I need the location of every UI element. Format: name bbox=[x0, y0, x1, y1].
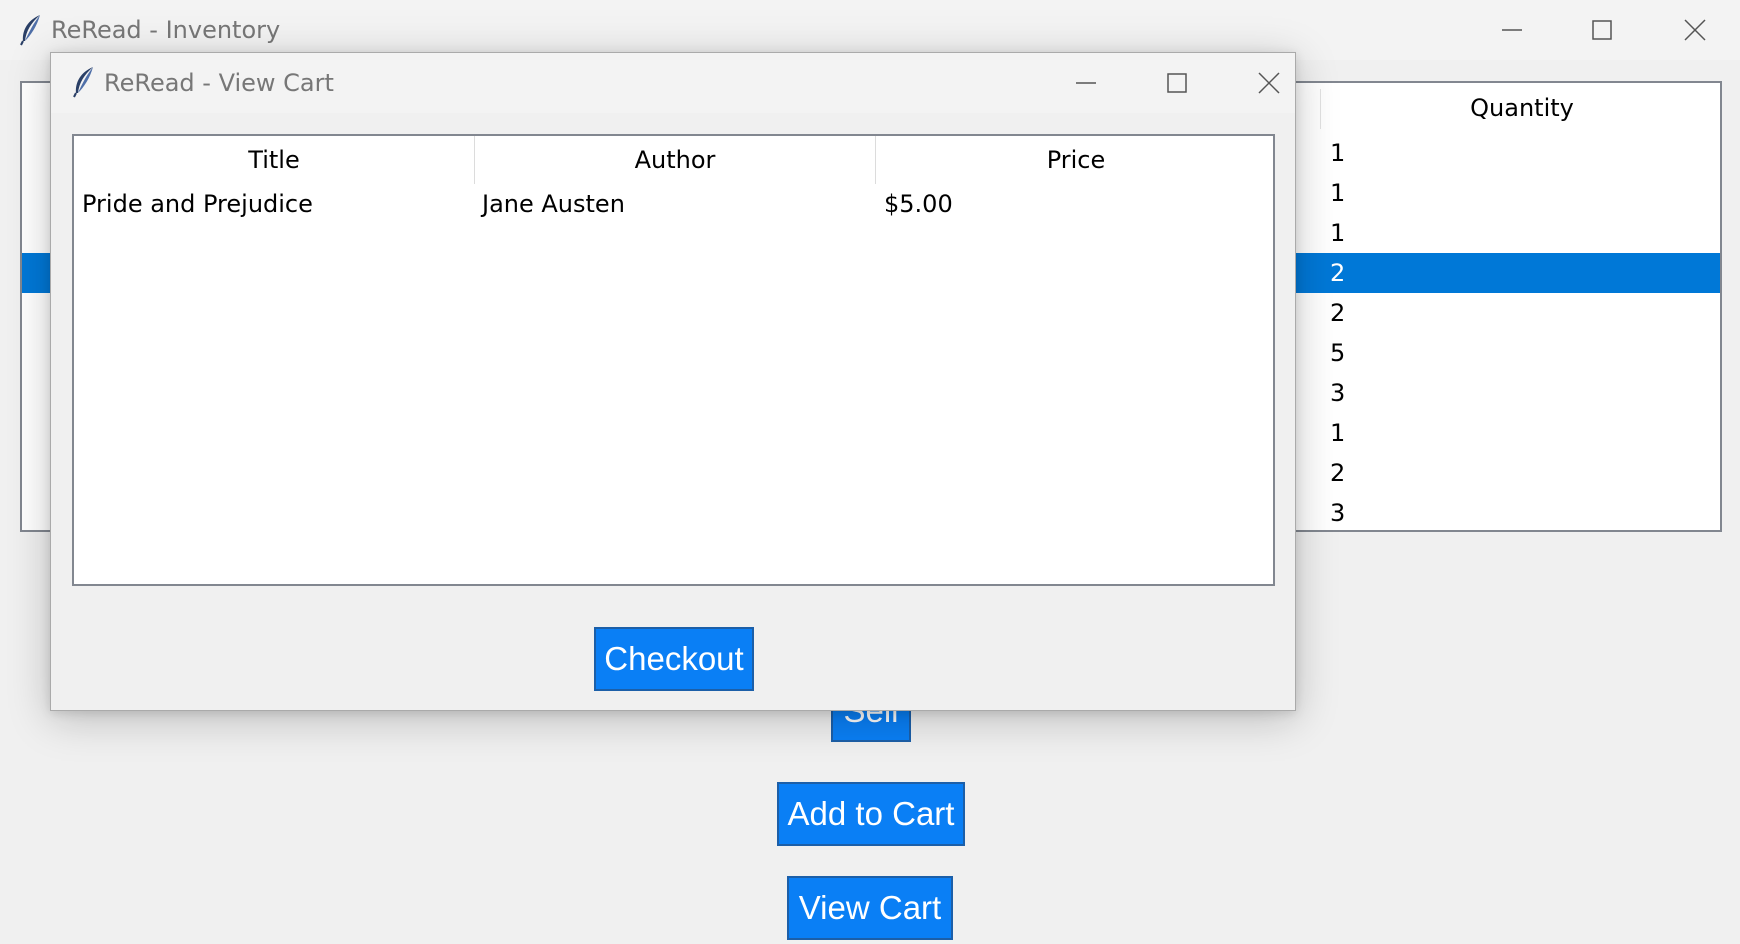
add-to-cart-button[interactable]: Add to Cart bbox=[777, 782, 965, 846]
inventory-titlebar[interactable]: ReRead - Inventory bbox=[0, 0, 1740, 60]
maximize-icon bbox=[1591, 19, 1613, 41]
column-separator[interactable] bbox=[1320, 89, 1321, 129]
cell-quantity: 2 bbox=[1330, 259, 1346, 287]
column-header-quantity[interactable]: Quantity bbox=[1322, 83, 1720, 133]
cell-quantity: 1 bbox=[1330, 219, 1346, 247]
cell-quantity: 3 bbox=[1330, 499, 1346, 527]
feather-icon bbox=[18, 14, 44, 46]
minimize-button[interactable] bbox=[1064, 61, 1108, 105]
cell-quantity: 1 bbox=[1330, 419, 1346, 447]
cell-quantity: 2 bbox=[1330, 459, 1346, 487]
maximize-button[interactable] bbox=[1580, 8, 1624, 52]
cell-author: Jane Austen bbox=[482, 190, 625, 218]
cart-titlebar[interactable]: ReRead - View Cart bbox=[51, 53, 1295, 113]
close-button[interactable] bbox=[1673, 8, 1717, 52]
view-cart-window: ReRead - View Cart Title Author Price Pr… bbox=[50, 52, 1296, 711]
maximize-icon bbox=[1166, 72, 1188, 94]
feather-icon bbox=[71, 66, 97, 98]
window-title: ReRead - View Cart bbox=[104, 69, 334, 97]
cell-price: $5.00 bbox=[884, 190, 953, 218]
window-title: ReRead - Inventory bbox=[51, 16, 281, 44]
table-row[interactable]: Pride and Prejudice Jane Austen $5.00 bbox=[74, 184, 1273, 224]
cell-title: Pride and Prejudice bbox=[82, 190, 313, 218]
checkout-button[interactable]: Checkout bbox=[594, 627, 754, 691]
close-icon bbox=[1684, 19, 1706, 41]
cell-quantity: 1 bbox=[1330, 139, 1346, 167]
minimize-button[interactable] bbox=[1490, 8, 1534, 52]
cart-table[interactable]: Title Author Price Pride and Prejudice J… bbox=[72, 134, 1275, 586]
close-button[interactable] bbox=[1247, 61, 1291, 105]
close-icon bbox=[1258, 72, 1280, 94]
view-cart-button[interactable]: View Cart bbox=[787, 876, 953, 940]
cell-quantity: 1 bbox=[1330, 179, 1346, 207]
cell-quantity: 2 bbox=[1330, 299, 1346, 327]
column-header-author[interactable]: Author bbox=[475, 136, 875, 184]
cell-quantity: 3 bbox=[1330, 379, 1346, 407]
maximize-button[interactable] bbox=[1155, 61, 1199, 105]
cell-quantity: 5 bbox=[1330, 339, 1346, 367]
minimize-icon bbox=[1075, 72, 1097, 94]
minimize-icon bbox=[1501, 19, 1523, 41]
column-header-price[interactable]: Price bbox=[876, 136, 1273, 184]
column-header-title[interactable]: Title bbox=[74, 136, 474, 184]
